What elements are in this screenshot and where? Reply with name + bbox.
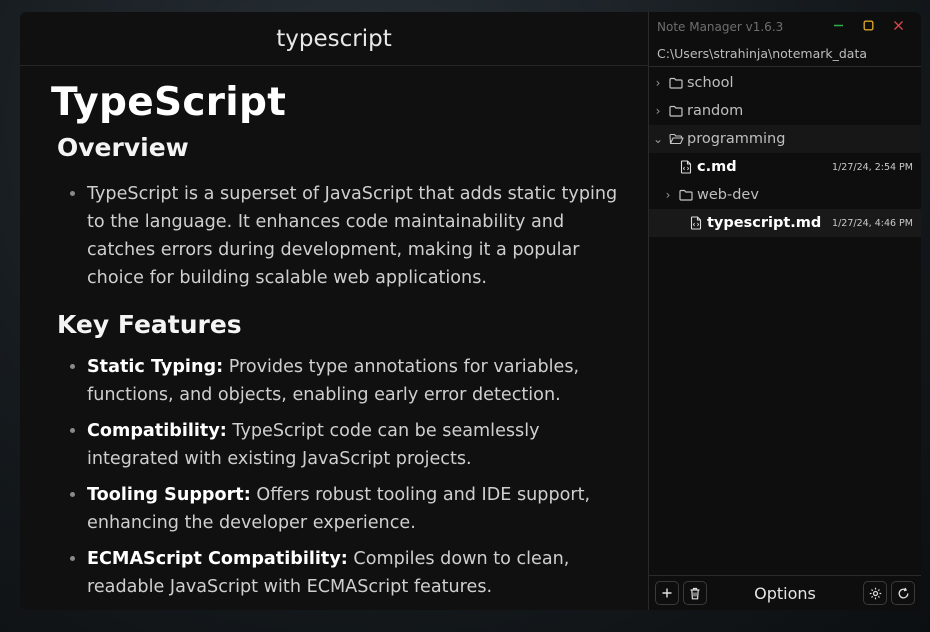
file-code-icon <box>675 160 697 174</box>
feature-term: Static Typing: <box>87 357 224 377</box>
feature-term: ECMAScript Compatibility: <box>87 549 348 569</box>
editor-pane: typescript TypeScript Overview TypeScrip… <box>20 12 648 610</box>
refresh-icon <box>898 587 908 598</box>
minimize-icon <box>833 24 843 26</box>
tree-item-label: typescript.md <box>707 215 822 231</box>
app-title: Note Manager v1.6.3 <box>657 20 784 34</box>
markdown-content[interactable]: TypeScript Overview TypeScript is a supe… <box>20 66 648 601</box>
file-typescript-md[interactable]: typescript.md 1/27/24, 4:46 PM <box>649 209 921 237</box>
title-bar: Note Manager v1.6.3 <box>649 12 921 42</box>
file-tree: › school › random ⌄ programming c.md 1/2… <box>649 67 921 237</box>
features-heading: Key Features <box>57 310 242 339</box>
folder-random[interactable]: › random <box>649 97 921 125</box>
feature-item: ECMAScript Compatibility: Compiles down … <box>87 545 618 601</box>
feature-item: Tooling Support: Offers robust tooling a… <box>87 481 618 537</box>
feature-term: Compatibility: <box>87 421 227 441</box>
feature-item: Static Typing: Provides type annotations… <box>87 353 618 409</box>
chevron-right-icon[interactable]: › <box>661 188 675 202</box>
doc-heading: TypeScript <box>51 80 287 125</box>
chevron-right-icon[interactable]: › <box>651 104 665 118</box>
folder-open-icon <box>665 133 687 145</box>
minimize-button[interactable] <box>823 20 853 35</box>
maximize-button[interactable] <box>853 20 883 35</box>
tree-item-label: random <box>687 103 744 119</box>
tree-item-label: web-dev <box>697 187 759 203</box>
maximize-icon <box>863 20 874 31</box>
folder-programming[interactable]: ⌄ programming <box>649 125 921 153</box>
workspace-path: C:\Users\strahinja\notemark_data <box>649 42 921 67</box>
features-list: Static Typing: Provides type annotations… <box>51 353 618 601</box>
refresh-button[interactable] <box>891 581 915 605</box>
close-button[interactable] <box>883 20 913 35</box>
chevron-right-icon[interactable]: › <box>651 76 665 90</box>
options-button[interactable]: Options <box>709 584 861 603</box>
file-code-icon <box>685 216 707 230</box>
file-date: 1/27/24, 2:54 PM <box>832 161 913 173</box>
plus-icon <box>662 588 672 598</box>
folder-icon <box>675 189 697 201</box>
folder-icon <box>665 77 687 89</box>
note-title[interactable]: typescript <box>276 26 391 52</box>
folder-web-dev[interactable]: › web-dev <box>649 181 921 209</box>
tree-item-label: school <box>687 75 734 91</box>
folder-icon <box>665 105 687 117</box>
overview-list: TypeScript is a superset of JavaScript t… <box>51 180 618 292</box>
editor-header: typescript <box>20 12 648 66</box>
add-note-button[interactable] <box>655 581 679 605</box>
file-c-md[interactable]: c.md 1/27/24, 2:54 PM <box>649 153 921 181</box>
file-date: 1/27/24, 4:46 PM <box>832 217 913 229</box>
sidebar-footer: Options <box>649 575 921 610</box>
tree-item-label: programming <box>687 131 786 147</box>
chevron-down-icon[interactable]: ⌄ <box>651 132 665 146</box>
gear-icon <box>869 587 881 599</box>
feature-term: Tooling Support: <box>87 485 251 505</box>
feature-item: Compatibility: TypeScript code can be se… <box>87 417 618 473</box>
settings-button[interactable] <box>863 581 887 605</box>
sidebar: Note Manager v1.6.3 C:\Users\strahinja\n… <box>648 12 921 610</box>
delete-note-button[interactable] <box>683 581 707 605</box>
trash-icon <box>690 587 700 599</box>
folder-school[interactable]: › school <box>649 69 921 97</box>
close-icon <box>893 20 903 30</box>
overview-item: TypeScript is a superset of JavaScript t… <box>87 180 618 292</box>
overview-heading: Overview <box>57 133 189 162</box>
tree-item-label: c.md <box>697 159 737 175</box>
